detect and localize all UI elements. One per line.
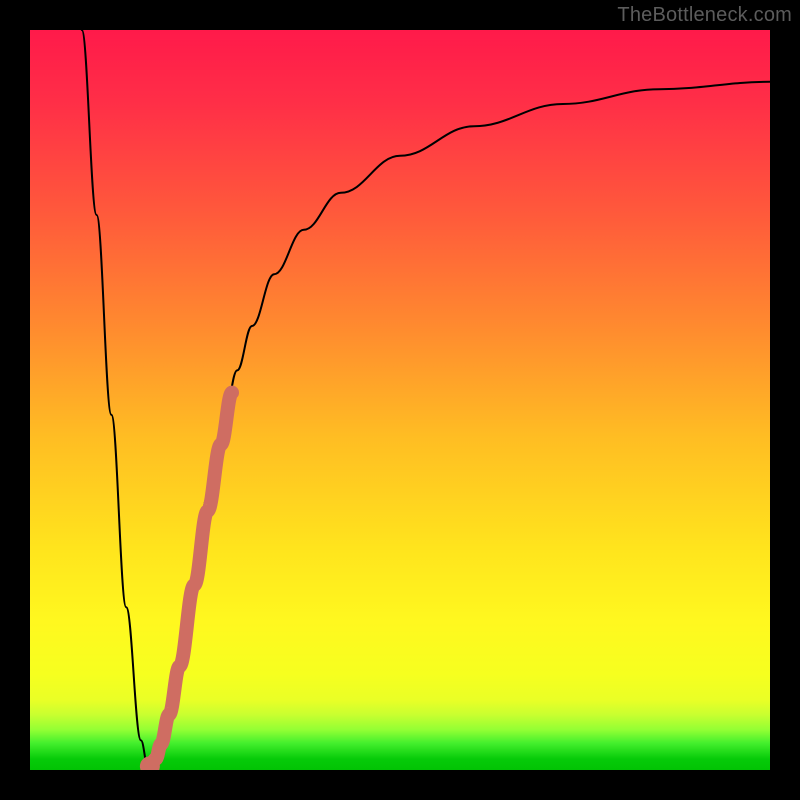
- chart-container: TheBottleneck.com: [0, 0, 800, 800]
- watermark-text: TheBottleneck.com: [617, 4, 792, 27]
- gradient-background: [30, 30, 770, 770]
- chart-svg: [30, 30, 770, 770]
- plot-area: [30, 30, 770, 770]
